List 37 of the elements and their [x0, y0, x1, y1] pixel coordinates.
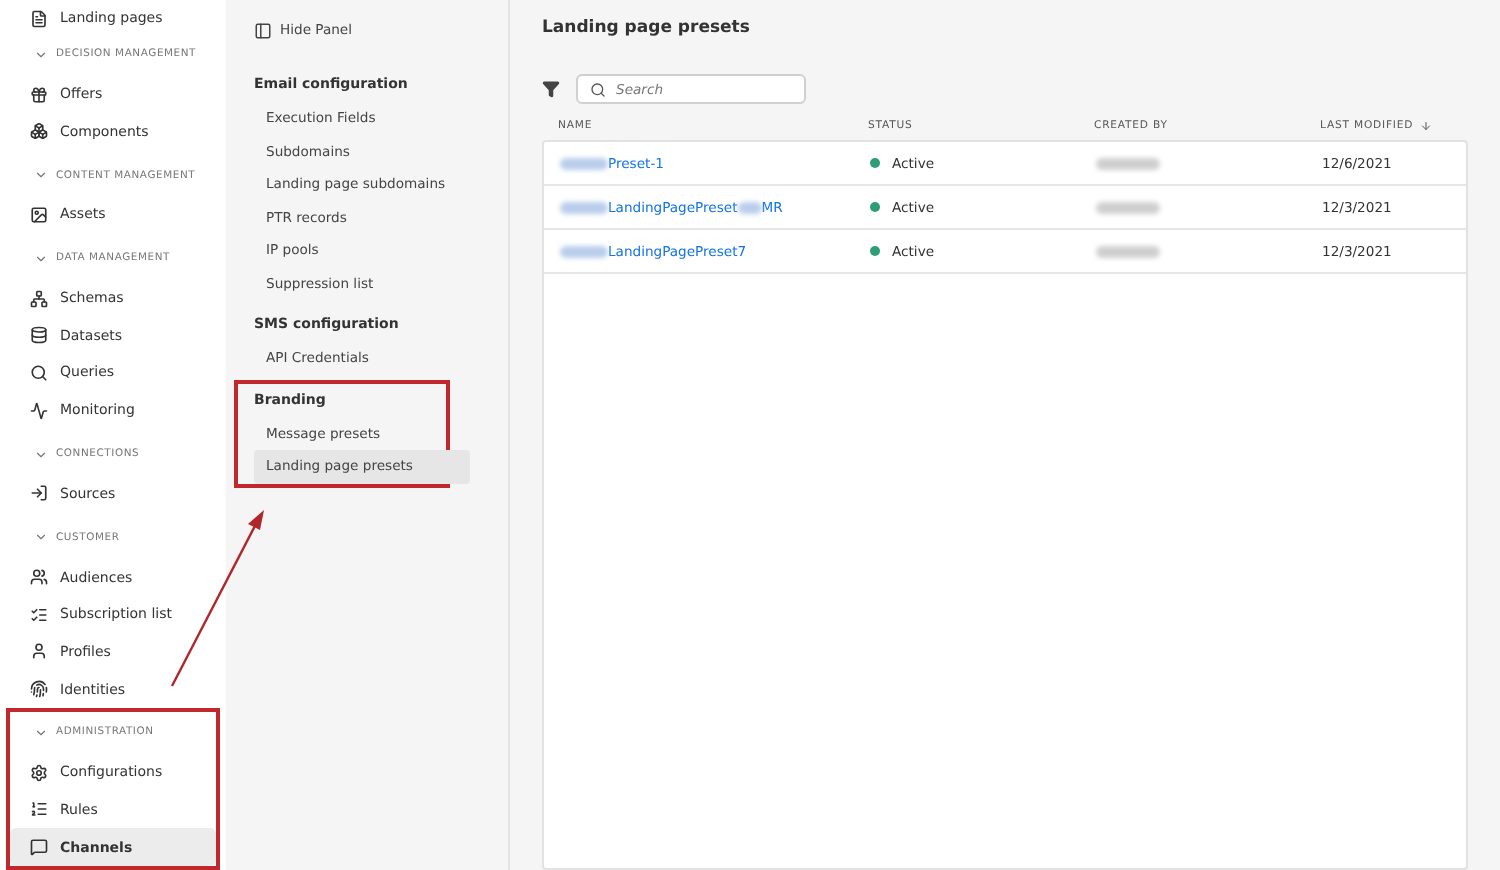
- chevron-icon: [34, 725, 48, 740]
- chat-icon: [30, 838, 48, 857]
- redacted-block: [1096, 201, 1160, 213]
- status-dot: [870, 158, 880, 168]
- chevron-icon: [34, 168, 48, 183]
- status-dot: [870, 202, 880, 212]
- page-title: Landing page presets: [542, 18, 752, 42]
- gift-icon: [30, 85, 48, 104]
- chevron-icon: [34, 530, 48, 545]
- login-icon: [30, 484, 48, 503]
- chevron-icon: [34, 251, 48, 266]
- search-icon: [590, 81, 606, 97]
- redacted-block: [737, 201, 762, 213]
- status-dot: [870, 246, 880, 256]
- page-icon: [30, 9, 48, 28]
- redacted-block: [1096, 157, 1160, 169]
- boxes-icon: [30, 122, 48, 141]
- checklist-icon: [30, 605, 48, 624]
- panel-icon: [254, 21, 272, 39]
- filter-icon[interactable]: [542, 80, 560, 98]
- sort-arrow-icon: [1419, 120, 1432, 132]
- chevron-icon: [34, 47, 48, 62]
- chevron-icon: [34, 447, 48, 461]
- redacted-block: [1096, 245, 1160, 257]
- settings-icon: [30, 763, 48, 782]
- network-icon: [30, 289, 48, 308]
- redacted-block: [560, 201, 608, 213]
- pulse-icon: [30, 401, 48, 420]
- fingerprint-icon: [30, 680, 48, 699]
- image-icon: [30, 205, 48, 224]
- list-icon: [30, 800, 48, 819]
- person-icon: [30, 642, 48, 661]
- search-icon: [30, 363, 48, 382]
- redacted-block: [560, 245, 608, 257]
- database-icon: [30, 326, 48, 345]
- people-icon: [30, 568, 48, 587]
- redacted-block: [560, 157, 608, 169]
